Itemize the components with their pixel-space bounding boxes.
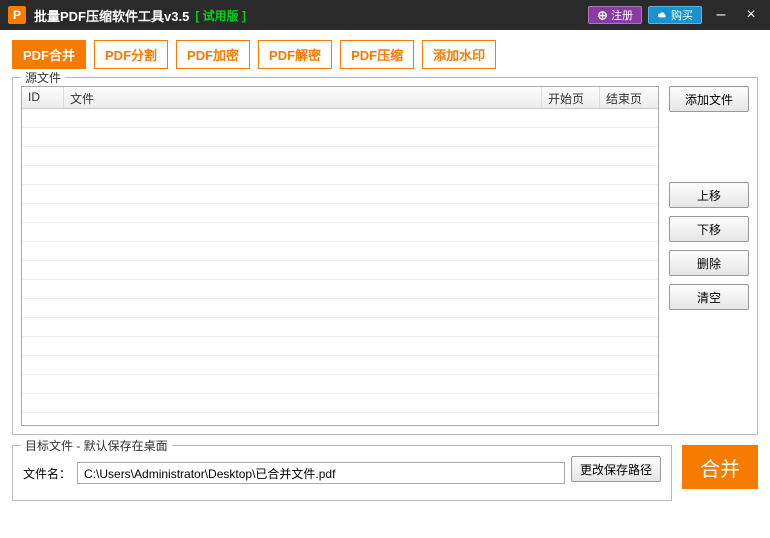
col-end-page[interactable]: 结束页 [600, 87, 658, 108]
change-path-button[interactable]: 更改保存路径 [571, 456, 661, 482]
table-row [22, 337, 658, 356]
table-row [22, 280, 658, 299]
tab-pdf-compress[interactable]: PDF压缩 [340, 40, 414, 69]
target-fieldset: 目标文件 - 默认保存在桌面 文件名： 更改保存路径 [12, 445, 672, 501]
table-row [22, 166, 658, 185]
source-legend: 源文件 [21, 69, 65, 86]
file-table[interactable]: ID 文件 开始页 结束页 [21, 86, 659, 426]
clear-button[interactable]: 清空 [669, 284, 749, 310]
minimize-button[interactable] [710, 4, 732, 26]
tab-pdf-encrypt[interactable]: PDF加密 [176, 40, 250, 69]
tab-bar: PDF合并 PDF分割 PDF加密 PDF解密 PDF压缩 添加水印 [12, 40, 758, 69]
tab-pdf-decrypt[interactable]: PDF解密 [258, 40, 332, 69]
table-row [22, 109, 658, 128]
col-start-page[interactable]: 开始页 [542, 87, 600, 108]
table-row [22, 318, 658, 337]
add-file-button[interactable]: 添加文件 [669, 86, 749, 112]
buy-label: 购买 [671, 7, 693, 23]
target-legend: 目标文件 - 默认保存在桌面 [21, 437, 172, 454]
trial-badge: [ 试用版 ] [195, 7, 246, 24]
cloud-icon [657, 10, 668, 21]
table-row [22, 394, 658, 413]
register-label: 注册 [611, 7, 633, 23]
window-title: 批量PDF压缩软件工具v3.5 [34, 6, 189, 25]
tab-watermark[interactable]: 添加水印 [422, 40, 496, 69]
tab-pdf-split[interactable]: PDF分割 [94, 40, 168, 69]
output-path-input[interactable] [77, 462, 565, 484]
table-row [22, 185, 658, 204]
table-row [22, 223, 658, 242]
move-up-button[interactable]: 上移 [669, 182, 749, 208]
col-file[interactable]: 文件 [64, 87, 542, 108]
source-fieldset: 源文件 ID 文件 开始页 结束页 [12, 77, 758, 435]
table-row [22, 375, 658, 394]
app-icon: P [8, 6, 26, 24]
table-row [22, 128, 658, 147]
buy-button[interactable]: 购买 [648, 6, 702, 24]
move-down-button[interactable]: 下移 [669, 216, 749, 242]
close-button[interactable] [740, 4, 762, 26]
merge-button[interactable]: 合并 [682, 445, 758, 489]
filename-label: 文件名： [23, 465, 71, 482]
table-row [22, 356, 658, 375]
col-id[interactable]: ID [22, 87, 64, 108]
register-button[interactable]: 注册 [588, 6, 642, 24]
table-row [22, 147, 658, 166]
titlebar: P 批量PDF压缩软件工具v3.5 [ 试用版 ] 注册 购买 [0, 0, 770, 30]
side-buttons: 添加文件 上移 下移 删除 清空 [669, 86, 749, 426]
table-header: ID 文件 开始页 结束页 [22, 87, 658, 109]
table-row [22, 204, 658, 223]
delete-button[interactable]: 删除 [669, 250, 749, 276]
table-body [22, 109, 658, 425]
tab-pdf-merge[interactable]: PDF合并 [12, 40, 86, 69]
table-row [22, 261, 658, 280]
table-row [22, 299, 658, 318]
table-row [22, 242, 658, 261]
register-icon [597, 10, 608, 21]
